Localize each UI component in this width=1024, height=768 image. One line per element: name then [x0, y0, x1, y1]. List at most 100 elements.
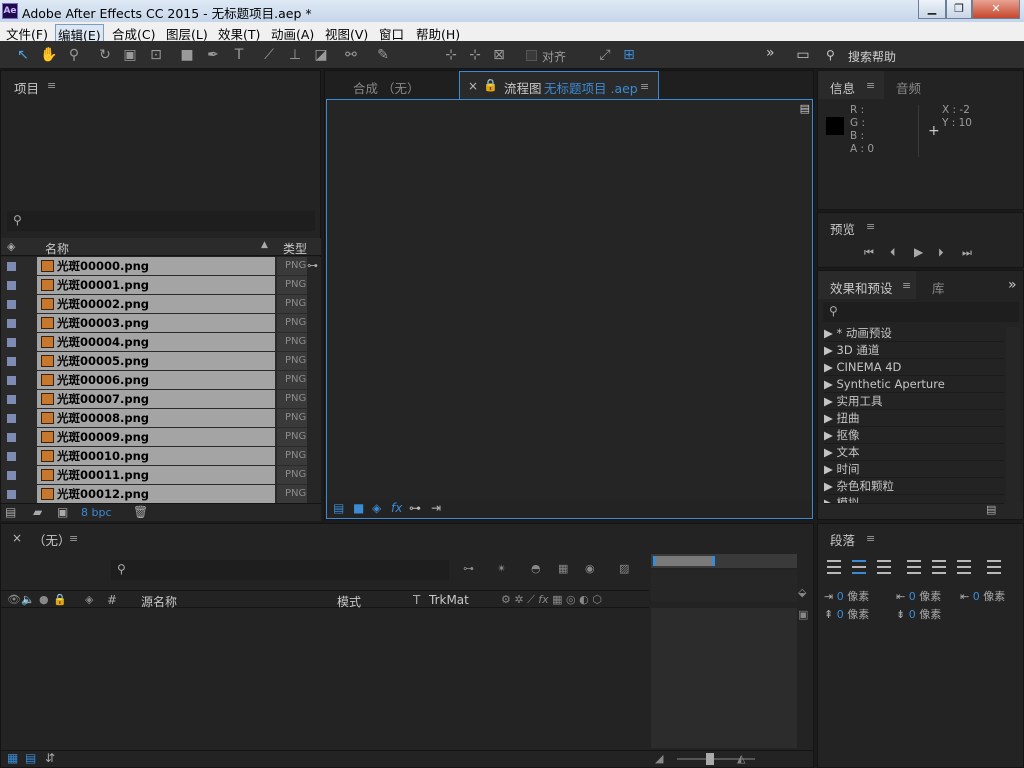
label-color-swatch[interactable]: [7, 490, 16, 499]
view-axis-icon[interactable]: ⊠: [490, 46, 508, 64]
clone-stamp-tool-icon[interactable]: ⊥: [286, 46, 304, 64]
flow-direction-icon[interactable]: ⊶: [409, 501, 421, 515]
info-menu-icon[interactable]: ≡: [866, 79, 875, 92]
label-color-swatch[interactable]: [7, 357, 16, 366]
justify-right-icon[interactable]: [957, 560, 971, 574]
space-before-value[interactable]: 0: [837, 608, 844, 621]
label-color-swatch[interactable]: [7, 376, 16, 385]
timeline-close-icon[interactable]: ×: [12, 531, 22, 545]
project-item-name[interactable]: 光斑00007.png: [37, 390, 275, 408]
flowchart-icon[interactable]: ⊶: [307, 259, 318, 272]
flowchart-canvas[interactable]: ▤ ▤ ■ ◈ fx ⊶ ⇥: [326, 99, 813, 519]
effects-category-item[interactable]: ▶ CINEMA 4D: [824, 359, 1004, 376]
project-item-name[interactable]: 光斑00003.png: [37, 314, 275, 332]
page-icon[interactable]: ▤: [800, 102, 810, 115]
rotate-tool-icon[interactable]: ↻: [96, 46, 114, 64]
tab-audio[interactable]: 音频: [896, 78, 921, 97]
puppet-pin-tool-icon[interactable]: ✎: [374, 46, 392, 64]
effects-category-item[interactable]: ▶ * 动画预设: [824, 325, 1004, 342]
frame-blending-icon[interactable]: ▦: [558, 562, 568, 575]
indent-left-field[interactable]: ⇥ 0 像素: [824, 588, 869, 604]
draft-3d-icon[interactable]: ✴: [497, 562, 506, 575]
lock-icon[interactable]: 🔒: [483, 78, 498, 92]
align-center-icon[interactable]: [852, 560, 866, 574]
expand-modes-icon[interactable]: ▤: [25, 751, 36, 765]
project-item-name[interactable]: 光斑00009.png: [37, 428, 275, 446]
project-search-input[interactable]: ⚲: [7, 211, 315, 231]
selection-tool-icon[interactable]: ↖: [14, 46, 32, 64]
effects-category-item[interactable]: ▶ 3D 通道: [824, 342, 1004, 359]
brush-tool-icon[interactable]: ⟋: [260, 46, 278, 64]
effects-category-item[interactable]: ▶ 时间: [824, 461, 1004, 478]
project-item-row[interactable]: 光斑00001.png PNG: [1, 276, 321, 295]
project-item-row[interactable]: 光斑00004.png PNG: [1, 333, 321, 352]
label-color-swatch[interactable]: [7, 414, 16, 423]
project-item-name[interactable]: 光斑00006.png: [37, 371, 275, 389]
indent-first-line-field[interactable]: ⇤ 0 像素: [896, 588, 941, 604]
project-item-name[interactable]: 光斑00005.png: [37, 352, 275, 370]
rectangle-tool-icon[interactable]: ■: [178, 46, 196, 64]
indent-left-value[interactable]: 0: [837, 590, 844, 603]
play-icon[interactable]: ▶: [914, 245, 923, 259]
pan-behind-tool-icon[interactable]: ⊡: [147, 46, 165, 64]
indent-right-value[interactable]: 0: [973, 590, 980, 603]
project-item-name[interactable]: 光斑00002.png: [37, 295, 275, 313]
effects-category-item[interactable]: ▶ 文本: [824, 444, 1004, 461]
snap-option-icon[interactable]: ⤢: [596, 46, 614, 64]
snap-checkbox[interactable]: [526, 50, 537, 61]
column-name-header[interactable]: 名称: [45, 240, 69, 257]
expand-icon[interactable]: ⇥: [431, 501, 441, 515]
tab-info[interactable]: 信息 ≡: [818, 71, 884, 99]
timeline-search-input[interactable]: ⚲: [111, 560, 449, 580]
align-right-icon[interactable]: [877, 560, 891, 574]
new-file-icon[interactable]: ▤: [333, 501, 344, 515]
previous-frame-icon[interactable]: ⏴: [890, 246, 896, 260]
project-item-row[interactable]: 光斑00003.png PNG: [1, 314, 321, 333]
motion-blur-icon[interactable]: ◉: [585, 562, 595, 575]
time-navigator-handle[interactable]: [653, 556, 715, 566]
camera-tool-icon[interactable]: ▣: [121, 46, 139, 64]
workspace-icon[interactable]: ▭: [792, 46, 814, 64]
first-frame-icon[interactable]: ⏮: [864, 246, 874, 260]
label-color-swatch[interactable]: [7, 433, 16, 442]
local-axis-icon[interactable]: ⊹: [442, 46, 460, 64]
eraser-tool-icon[interactable]: ◪: [312, 46, 330, 64]
space-before-field[interactable]: ⇞ 0 像素: [824, 606, 869, 622]
effects-category-item[interactable]: ▶ Synthetic Aperture: [824, 376, 1004, 393]
project-item-name[interactable]: 光斑00004.png: [37, 333, 275, 351]
zoom-slider-thumb[interactable]: [706, 753, 714, 765]
effects-category-item[interactable]: ▶ 扭曲: [824, 410, 1004, 427]
graph-editor-icon[interactable]: ▨: [619, 562, 629, 575]
project-item-name[interactable]: 光斑00010.png: [37, 447, 275, 465]
project-item-row[interactable]: 光斑00005.png PNG: [1, 352, 321, 371]
panel-more-chevron[interactable]: »: [1008, 277, 1017, 293]
paragraph-menu-icon[interactable]: ≡: [866, 532, 875, 545]
pen-tool-icon[interactable]: ✒: [204, 46, 222, 64]
project-item-name[interactable]: 光斑00008.png: [37, 409, 275, 427]
effects-scrollbar[interactable]: [1006, 327, 1020, 503]
search-help-field[interactable]: 搜索帮助: [848, 48, 896, 65]
source-name-header[interactable]: 源名称: [141, 593, 177, 610]
label-color-swatch[interactable]: [7, 281, 16, 290]
mode-header[interactable]: 模式: [337, 593, 361, 610]
type-tool-icon[interactable]: T: [230, 46, 248, 64]
project-item-name[interactable]: 光斑00001.png: [37, 276, 275, 294]
label-color-swatch[interactable]: [7, 452, 16, 461]
column-type-header[interactable]: 类型: [283, 240, 307, 257]
roto-brush-tool-icon[interactable]: ⚯: [342, 46, 360, 64]
project-item-row[interactable]: 光斑00012.png PNG: [1, 485, 321, 504]
comp-marker-bin-icon[interactable]: ⬙: [798, 586, 806, 599]
tab-close-icon[interactable]: ×: [468, 79, 478, 93]
project-item-row[interactable]: 光斑00000.png PNG: [1, 257, 321, 276]
label-color-swatch[interactable]: [7, 471, 16, 480]
zoom-tool-icon[interactable]: ⚲: [65, 46, 83, 64]
label-color-swatch[interactable]: [7, 300, 16, 309]
new-folder-icon[interactable]: ▰: [33, 505, 42, 519]
project-scrollbar[interactable]: ⊶: [307, 257, 321, 503]
project-item-row[interactable]: 光斑00008.png PNG: [1, 409, 321, 428]
effects-category-item[interactable]: ▶ 实用工具: [824, 393, 1004, 410]
timeline-graph-area[interactable]: [651, 608, 797, 748]
layers-icon[interactable]: ◈: [372, 501, 381, 515]
minimize-button[interactable]: ▁: [918, 0, 946, 19]
video-toggle-icon[interactable]: 👁: [7, 593, 21, 606]
